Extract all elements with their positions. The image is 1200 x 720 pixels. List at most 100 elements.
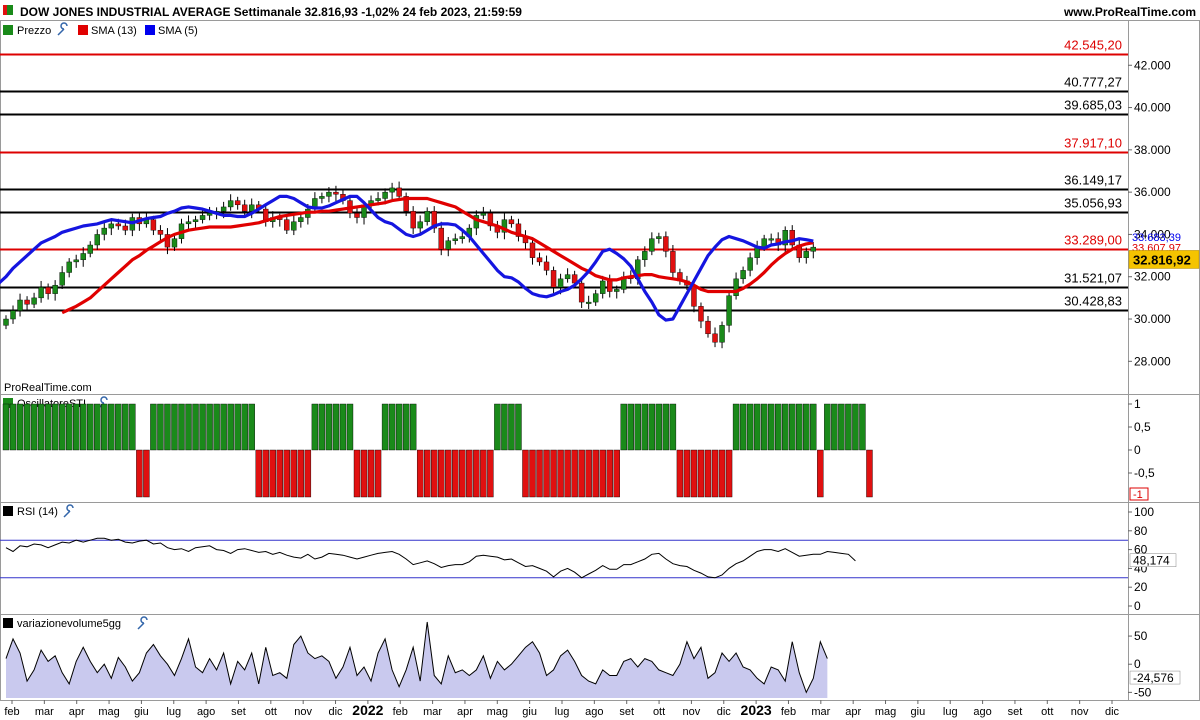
sti-bar-down (459, 449, 466, 498)
rsi-last-label: 48,174 (1133, 554, 1170, 568)
candle-body (396, 187, 402, 197)
x-tick-label: lug (555, 706, 570, 718)
candle-body (585, 301, 592, 304)
sti-bar-down (557, 449, 564, 498)
sti-bar-up (150, 403, 157, 451)
sti-bar-up (824, 403, 831, 451)
sti-bar-down (613, 449, 620, 498)
sti-bar-up (634, 403, 641, 451)
sti-bar-down (353, 449, 361, 498)
sti-bar-up (87, 403, 94, 451)
candle-body (220, 206, 227, 212)
y-tick-label: 0,5 (1134, 420, 1151, 434)
candle-body (529, 242, 536, 258)
candle-body (656, 236, 662, 239)
sti-bar-down (711, 449, 719, 498)
x-tick-label: dic (328, 706, 343, 718)
sti-bar-down (367, 449, 375, 498)
sti-bar-up (332, 403, 340, 451)
sti-bar-down (536, 449, 543, 498)
x-tick-label: 2023 (741, 702, 772, 718)
sti-bar-down (255, 449, 262, 498)
y-tick-label: 1 (1134, 397, 1141, 411)
sti-bar-up (101, 403, 108, 451)
candle-body (291, 221, 297, 231)
candle-body (199, 215, 206, 220)
candle-body (192, 219, 199, 222)
level-label: 30.428,83 (1064, 294, 1122, 309)
sti-bar-up (44, 403, 52, 451)
y-tick-label: -0,5 (1134, 466, 1155, 480)
sti-bar-up (311, 403, 319, 451)
sti-bar-up (199, 403, 206, 451)
brand-link[interactable]: www.ProRealTime.com (1063, 5, 1196, 19)
sti-last-label: -1 (1133, 489, 1143, 501)
sti-bar-down (578, 449, 585, 498)
candle-body (87, 244, 93, 254)
legend-swatch-volume (3, 618, 13, 628)
x-tick-label: lug (166, 706, 181, 718)
sti-bar-up (515, 403, 522, 451)
level-label: 40.777,27 (1064, 75, 1122, 90)
sti-bar-down (445, 449, 452, 498)
sti-bar-up (171, 403, 178, 451)
sti-bar-up (80, 403, 87, 451)
sti-bar-down (452, 449, 459, 498)
sti-bar-up (775, 403, 782, 451)
sti-bar-down (606, 449, 613, 498)
sti-bar-up (339, 403, 347, 451)
candle-body (108, 223, 115, 229)
y-tick-label: 100 (1134, 505, 1154, 519)
sti-bar-down (276, 449, 283, 498)
candle-body (59, 272, 65, 286)
sti-bar-down (283, 449, 290, 498)
candle-body (747, 257, 753, 271)
x-tick-label: dic (717, 706, 732, 718)
sti-bar-up (115, 403, 122, 451)
sti-bar-up (739, 403, 747, 451)
candle-body (284, 219, 290, 231)
x-tick-label: ago (197, 706, 215, 718)
sti-bar-up (16, 403, 24, 451)
sti-bar-up (58, 403, 66, 451)
sti-bar-up (381, 403, 389, 451)
candle-body (66, 261, 72, 273)
candle-body (248, 204, 255, 212)
x-tick-label: nov (683, 706, 701, 718)
candle-body (719, 325, 725, 343)
y-tick-label: 28.000 (1134, 354, 1171, 368)
sti-bar-down (585, 449, 592, 498)
sti-bar-up (859, 403, 866, 451)
y-tick-label: 40.000 (1134, 101, 1171, 115)
sti-bar-up (810, 403, 817, 451)
sti-bar-up (206, 403, 213, 451)
candle-body (122, 225, 129, 231)
level-label: 35.056,93 (1064, 196, 1122, 211)
candle-body (642, 251, 648, 261)
legend-swatch-price (3, 25, 13, 35)
sti-bar-up (122, 403, 129, 451)
sti-bar-down (529, 449, 536, 498)
candle-body (24, 299, 30, 305)
candle-body (31, 297, 37, 305)
candle-body (101, 227, 107, 235)
sti-bar-down (564, 449, 571, 498)
sti-bar-up (760, 403, 768, 451)
sti-bar-down (374, 449, 382, 498)
volume-last-label: -24,576 (1133, 671, 1174, 685)
x-tick-label: giu (134, 706, 149, 718)
sti-bar-up (234, 403, 241, 451)
candle-body (600, 280, 606, 294)
sti-bar-up (402, 403, 410, 451)
sti-bar-down (480, 449, 487, 498)
sti-bar-up (796, 403, 803, 451)
sti-bar-up (753, 403, 761, 451)
sti-bar-up (669, 403, 677, 451)
sti-bar-up (108, 403, 115, 451)
sti-bar-up (220, 403, 227, 451)
sti-bar-down (676, 449, 684, 498)
candle-body (543, 261, 550, 271)
x-tick-label: apr (845, 706, 861, 718)
sti-bar-up (508, 403, 515, 451)
candle-body (557, 278, 564, 288)
